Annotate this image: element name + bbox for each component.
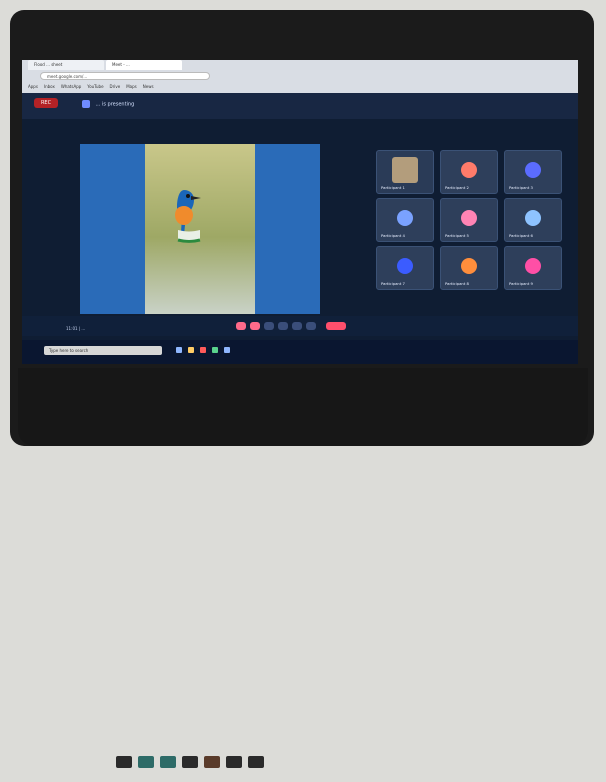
participant-name: Participant 6: [509, 233, 533, 238]
key: [182, 756, 198, 768]
participant-tile[interactable]: Participant 4: [376, 198, 434, 242]
browser-tabs: Flood ... sheet Meet - ...: [22, 60, 578, 70]
bookmark-item[interactable]: Apps: [28, 83, 38, 91]
participant-tile[interactable]: Participant 1: [376, 150, 434, 194]
leave-call-button[interactable]: [326, 322, 346, 330]
participant-tile[interactable]: Participant 2: [440, 150, 498, 194]
key: [160, 756, 176, 768]
address-bar[interactable]: meet.google.com/...: [40, 72, 210, 80]
keyboard-row: [116, 756, 326, 782]
participant-tile[interactable]: Participant 5: [440, 198, 498, 242]
participant-tile[interactable]: Participant 7: [376, 246, 434, 290]
raise-hand-button[interactable]: [292, 322, 302, 330]
key: [226, 756, 242, 768]
shared-slide: [80, 144, 320, 314]
browser-icon[interactable]: [224, 347, 230, 353]
key: [204, 756, 220, 768]
presenting-label: ... is presenting: [82, 100, 134, 109]
participant-name: Participant 1: [381, 185, 405, 190]
bookmark-item[interactable]: Maps: [126, 83, 137, 91]
avatar-icon: [525, 209, 541, 226]
avatar-icon: [397, 257, 413, 274]
key: [138, 756, 154, 768]
key: [248, 756, 264, 768]
avatar-icon: [461, 209, 477, 226]
task-view-icon[interactable]: [176, 347, 182, 353]
bookmark-item[interactable]: Drive: [110, 83, 121, 91]
participant-name: Participant 5: [445, 233, 469, 238]
laptop-screen: Flood ... sheet Meet - ... meet.google.c…: [22, 60, 578, 364]
app-icon[interactable]: [200, 347, 206, 353]
participant-name: Participant 8: [445, 281, 469, 286]
meeting-info: 11:01 | ...: [66, 326, 86, 331]
captions-button[interactable]: [264, 322, 274, 330]
bookmark-item[interactable]: Inbox: [44, 83, 55, 91]
mic-button[interactable]: [236, 322, 246, 330]
participant-name: Participant 7: [381, 281, 405, 286]
recording-badge: REC: [34, 98, 58, 108]
participant-video: [392, 156, 418, 183]
participant-tile[interactable]: Participant 3: [504, 150, 562, 194]
avatar-icon: [525, 161, 541, 178]
camera-button[interactable]: [250, 322, 260, 330]
participant-name: Participant 4: [381, 233, 405, 238]
avatar-icon: [525, 257, 541, 274]
photo-background: Flood ... sheet Meet - ... meet.google.c…: [0, 0, 606, 768]
tab-2[interactable]: Meet - ...: [106, 60, 182, 70]
participant-name: Participant 2: [445, 185, 469, 190]
app-icon[interactable]: [212, 347, 218, 353]
participant-tile[interactable]: Participant 9: [504, 246, 562, 290]
bookmark-item[interactable]: WhatsApp: [61, 83, 81, 91]
presenting-icon: [82, 100, 90, 108]
bookmark-item[interactable]: YouTube: [87, 83, 103, 91]
more-options-button[interactable]: [306, 322, 316, 330]
bookmark-item[interactable]: News: [143, 83, 154, 91]
present-button[interactable]: [278, 322, 288, 330]
browser-chrome: Flood ... sheet Meet - ... meet.google.c…: [22, 60, 578, 93]
laptop-base: [18, 368, 588, 768]
avatar-icon: [461, 257, 477, 274]
tab-1[interactable]: Flood ... sheet: [28, 60, 104, 70]
taskbar-search[interactable]: Type here to search: [44, 346, 162, 355]
presenting-text: ... is presenting: [95, 101, 135, 108]
file-explorer-icon[interactable]: [188, 347, 194, 353]
key: [116, 756, 132, 768]
avatar-icon: [461, 161, 477, 178]
participant-tile[interactable]: Participant 6: [504, 198, 562, 242]
participant-tile[interactable]: Participant 8: [440, 246, 498, 290]
participants-grid: Participant 1 Participant 2 Participant …: [376, 150, 566, 290]
bookmarks-bar: Apps Inbox WhatsApp YouTube Drive Maps N…: [28, 83, 572, 91]
participant-name: Participant 3: [509, 185, 533, 190]
kingfisher-illustration: [175, 190, 201, 243]
avatar-icon: [397, 209, 413, 226]
participant-name: Participant 9: [509, 281, 533, 286]
